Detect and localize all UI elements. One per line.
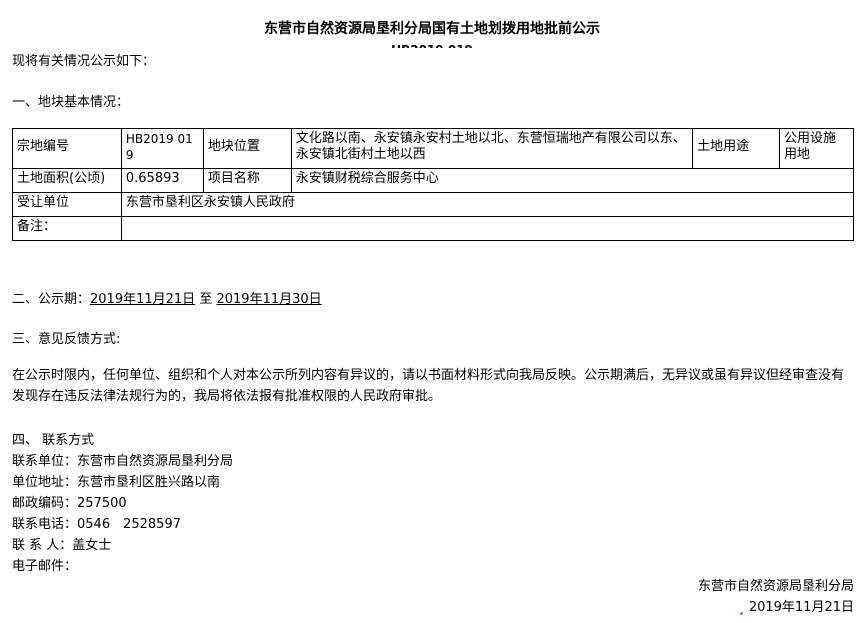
use-value: 公用设施用地 [779, 128, 854, 169]
intro-text: 现将有关情况公示如下： [12, 54, 156, 69]
contact-unit: 联系单位：东营市自然资源局垦利分局 [12, 454, 234, 469]
project-label: 项目名称 [202, 168, 292, 193]
section4-heading: 四、 联系方式 [12, 433, 95, 448]
remark-label: 备注： [12, 216, 122, 241]
remark-value [120, 216, 855, 241]
project-value: 永安镇财税综合服务中心 [290, 168, 855, 193]
table-row: 受让单位 东营市垦利区永安镇人民政府 [12, 192, 855, 217]
contact-postcode: 邮政编码：257500 [12, 496, 127, 511]
area-value: 0.65893 [120, 168, 204, 193]
publicity-period-label: 二、公示期： [12, 292, 91, 307]
publicity-end-date: 2019年11月30日 [216, 292, 322, 307]
publicity-to: 至 [199, 292, 213, 307]
table-row: 土地面积(公顷) 0.65893 项目名称 永安镇财税综合服务中心 [12, 168, 855, 193]
table-row: 备注： [12, 216, 855, 241]
parcel-no-label: 宗地编号 [12, 128, 122, 169]
publicity-period: 二、公示期：2019年11月21日 至 2019年11月30日 [12, 288, 322, 307]
contact-person: 联 系 人：盖女士 [12, 538, 112, 553]
contact-address: 单位地址：东营市垦利区胜兴路以南 [12, 475, 221, 490]
section1-heading: 一、地块基本情况： [12, 95, 130, 110]
parcel-no-value: HB2019 019 [120, 128, 204, 169]
grantee-label: 受让单位 [12, 192, 122, 217]
feedback-paragraph: 在公示时限内，任何单位、组织和个人对本公示所列内容有异议的，请以书面材料形式向我… [12, 368, 845, 404]
grantee-value: 东营市垦利区永安镇人民政府 [120, 192, 855, 217]
section3-heading: 三、意见反馈方式: [12, 332, 121, 347]
table-row: 宗地编号 HB2019 019 地块位置 文化路以南、永安镇永安村土地以北、东营… [12, 128, 854, 169]
location-label: 地块位置 [202, 128, 292, 169]
area-label: 土地面积(公顷) [12, 168, 122, 193]
document-number-text: HB2019 019 [391, 40, 473, 48]
contact-phone: 联系电话：0546 2528597 [12, 517, 181, 532]
signature-org: 东营市自然资源局垦利分局 [697, 579, 854, 594]
contact-email: 电子邮件： [12, 559, 78, 574]
decorative-dot [740, 612, 743, 615]
location-value: 文化路以南、永安镇永安村土地以北、东营恒瑞地产有限公司以东、永安镇北街村土地以西 [290, 128, 694, 169]
use-label: 土地用途 [692, 128, 781, 169]
document-number: HB2019 019 [0, 40, 864, 48]
publicity-start-date: 2019年11月21日 [90, 292, 196, 307]
signature-date: 2019年11月21日 [748, 600, 854, 615]
page-title: 东营市自然资源局垦利分局国有土地划拨用地批前公示 [264, 21, 600, 37]
land-info-table: 宗地编号 HB2019 019 地块位置 文化路以南、永安镇永安村土地以北、东营… [12, 128, 855, 241]
